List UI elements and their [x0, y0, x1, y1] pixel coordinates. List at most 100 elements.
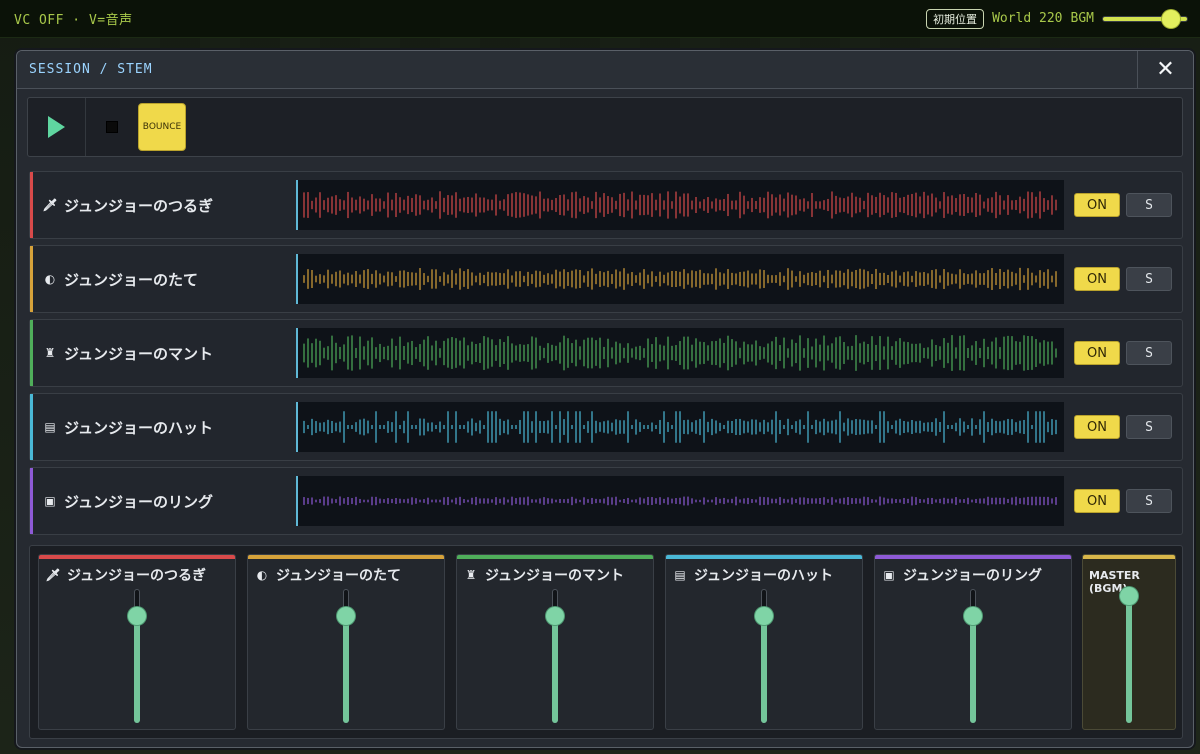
transport-bar: BOUNCE: [27, 97, 1183, 157]
fader-knob[interactable]: [964, 606, 982, 625]
stop-icon: [106, 121, 118, 133]
strip-color-bar: [666, 555, 862, 559]
fader-fill: [343, 615, 349, 723]
top-status-bar: VC OFF · V=音声 初期位置 World 220 BGM: [0, 0, 1200, 38]
waveform-svg: [303, 335, 1057, 371]
sword-icon: 🗡: [45, 568, 61, 582]
shield-icon: ◐: [256, 568, 268, 582]
strip-label: 🗡 ジュンジョーのつるぎ: [45, 565, 206, 585]
track-solo-button[interactable]: S: [1126, 267, 1172, 291]
world-label: World 220: [992, 11, 1063, 26]
mixer-strip: ▤ ジュンジョーのハット: [665, 554, 863, 730]
track-on-button[interactable]: ON: [1074, 341, 1120, 365]
strip-name: ジュンジョーのハット: [694, 568, 834, 584]
waveform-display[interactable]: [296, 254, 1064, 304]
mantle-icon: ♜: [44, 346, 56, 360]
panel-header: SESSION / STEM ✕: [17, 51, 1193, 89]
master-fader[interactable]: [1120, 586, 1138, 723]
track-solo-button[interactable]: S: [1126, 489, 1172, 513]
track-on-button[interactable]: ON: [1074, 267, 1120, 291]
close-icon: ✕: [1156, 57, 1175, 82]
reset-position-button[interactable]: 初期位置: [926, 8, 985, 29]
strip-color-bar: [457, 555, 653, 559]
track-color-bar: [30, 172, 33, 238]
mixer-strip: ◐ ジュンジョーのたて: [247, 554, 445, 730]
volume-fader[interactable]: [755, 589, 773, 723]
track-on-button[interactable]: ON: [1074, 489, 1120, 513]
fader-knob[interactable]: [1120, 586, 1138, 605]
waveform-display[interactable]: [296, 476, 1064, 526]
track-name-area: ▣ ジュンジョーのリング: [42, 468, 213, 534]
fader-fill: [552, 615, 558, 723]
track-name-area: ◐ ジュンジョーのたて: [42, 246, 198, 312]
fader-fill: [1126, 595, 1132, 723]
track-name-area: ♜ ジュンジョーのマント: [42, 320, 213, 386]
strip-label: ▤ ジュンジョーのハット: [672, 565, 833, 585]
track-on-button[interactable]: ON: [1074, 415, 1120, 439]
waveform-svg: [303, 411, 1057, 443]
mixer-strip: 🗡 ジュンジョーのつるぎ: [38, 554, 236, 730]
mixer-strip: ▣ ジュンジョーのリング: [874, 554, 1072, 730]
volume-fader[interactable]: [337, 589, 355, 723]
track-color-bar: [30, 246, 33, 312]
fader-knob[interactable]: [337, 606, 355, 625]
mixer-section: 🗡 ジュンジョーのつるぎ ◐ ジュンジョーのたて ♜ ジュンジョーのマント ▤ …: [29, 545, 1183, 739]
hat-icon: ▤: [44, 420, 56, 434]
mixer-strip: ♜ ジュンジョーのマント: [456, 554, 654, 730]
stem-track: ▤ ジュンジョーのハット ON S: [29, 393, 1183, 461]
track-solo-button[interactable]: S: [1126, 341, 1172, 365]
stem-track: ♜ ジュンジョーのマント ON S: [29, 319, 1183, 387]
play-button[interactable]: [28, 98, 86, 156]
track-name: ジュンジョーのマント: [64, 344, 213, 363]
volume-fader[interactable]: [128, 589, 146, 723]
track-on-button[interactable]: ON: [1074, 193, 1120, 217]
fader-knob[interactable]: [546, 606, 564, 625]
track-solo-button[interactable]: S: [1126, 415, 1172, 439]
fader-fill: [761, 615, 767, 723]
track-name: ジュンジョーのハット: [64, 418, 213, 437]
ring-icon: ▣: [44, 494, 56, 508]
strip-label: ▣ ジュンジョーのリング: [881, 565, 1042, 585]
close-button[interactable]: ✕: [1137, 51, 1193, 89]
bgm-slider-knob[interactable]: [1161, 9, 1180, 28]
bgm-volume-slider[interactable]: [1102, 9, 1188, 28]
bgm-label: BGM: [1070, 11, 1094, 26]
master-color-bar: [1083, 555, 1175, 559]
volume-fader[interactable]: [964, 589, 982, 723]
fader-fill: [970, 615, 976, 723]
voice-chat-status: VC OFF · V=音声: [14, 13, 133, 28]
master-strip: MASTER (BGM): [1082, 554, 1176, 730]
strip-name: ジュンジョーのマント: [485, 568, 625, 584]
fader-knob[interactable]: [128, 606, 146, 625]
strip-name: ジュンジョーのつるぎ: [67, 568, 207, 584]
volume-fader[interactable]: [546, 589, 564, 723]
stem-track: ◐ ジュンジョーのたて ON S: [29, 245, 1183, 313]
fader-fill: [134, 615, 140, 723]
hat-icon: ▤: [674, 568, 686, 582]
track-name: ジュンジョーのたて: [64, 270, 198, 289]
session-stem-panel: SESSION / STEM ✕ BOUNCE 🗡 ジュンジョーのつるぎ ON …: [16, 50, 1194, 748]
track-color-bar: [30, 320, 33, 386]
stop-button[interactable]: [86, 98, 138, 156]
track-color-bar: [30, 468, 33, 534]
strip-name: ジュンジョーのたて: [276, 568, 402, 584]
strip-color-bar: [248, 555, 444, 559]
strip-color-bar: [39, 555, 235, 559]
track-color-bar: [30, 394, 33, 460]
ring-icon: ▣: [883, 568, 895, 582]
track-solo-button[interactable]: S: [1126, 193, 1172, 217]
shield-icon: ◐: [44, 272, 56, 286]
strip-name: ジュンジョーのリング: [903, 568, 1043, 584]
track-name: ジュンジョーのリング: [64, 492, 213, 511]
waveform-display[interactable]: [296, 402, 1064, 452]
track-name-area: ▤ ジュンジョーのハット: [42, 394, 213, 460]
waveform-svg: [303, 496, 1057, 506]
waveform-svg: [303, 267, 1057, 291]
strip-label: ♜ ジュンジョーのマント: [463, 565, 624, 585]
waveform-display[interactable]: [296, 328, 1064, 378]
waveform-display[interactable]: [296, 180, 1064, 230]
stem-track: ▣ ジュンジョーのリング ON S: [29, 467, 1183, 535]
strip-label: ◐ ジュンジョーのたて: [254, 565, 401, 585]
bounce-button[interactable]: BOUNCE: [138, 103, 186, 151]
fader-knob[interactable]: [755, 606, 773, 625]
